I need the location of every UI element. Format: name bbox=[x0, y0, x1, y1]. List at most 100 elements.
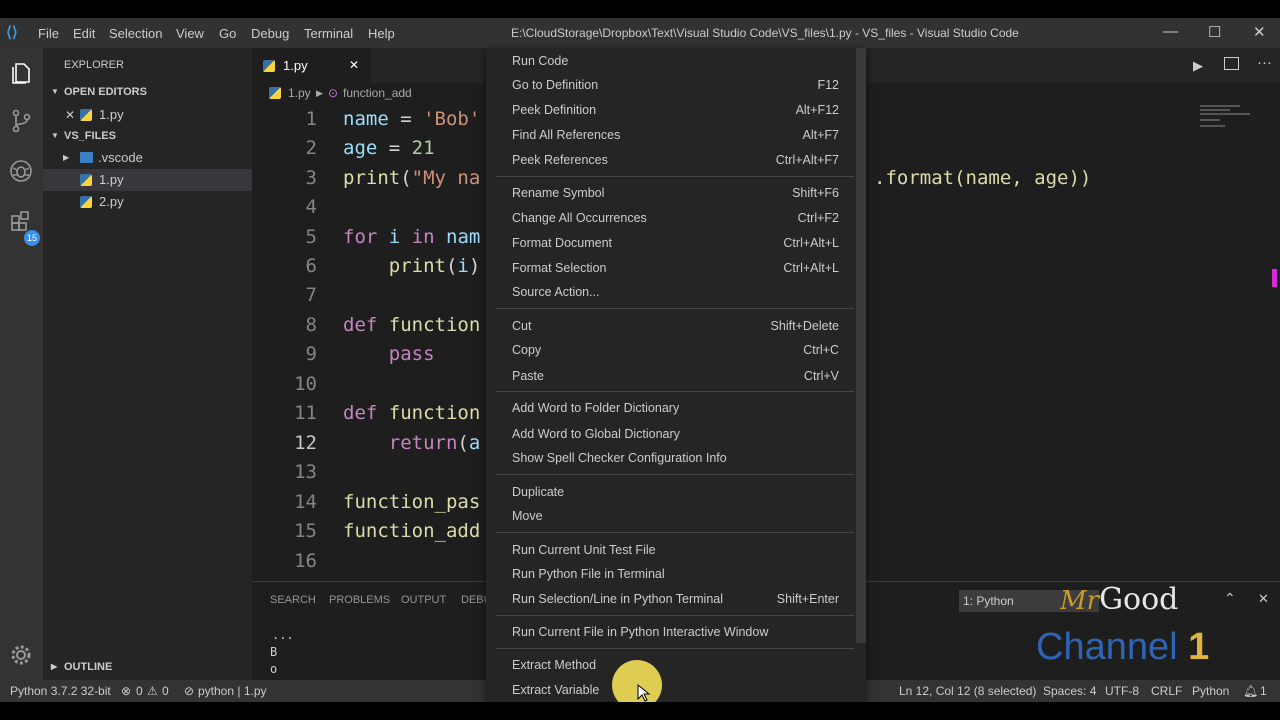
menu-separator bbox=[496, 474, 854, 475]
menu-terminal[interactable]: Terminal bbox=[304, 26, 353, 41]
code-line: function_add bbox=[343, 520, 481, 542]
tree-item-label: 1.py bbox=[99, 172, 124, 187]
menu-item-find-all-references[interactable]: Find All References Alt+F7 bbox=[486, 123, 856, 147]
line-number: 13 bbox=[294, 461, 317, 483]
menu-item-run-code[interactable]: Run Code bbox=[486, 49, 856, 73]
minimap[interactable] bbox=[1200, 103, 1280, 133]
error-icon[interactable]: ⊗ bbox=[121, 680, 131, 702]
code-line: pass bbox=[388, 343, 435, 365]
panel-tab-problems[interactable]: PROBLEMS bbox=[329, 594, 390, 606]
menu-selection[interactable]: Selection bbox=[109, 26, 162, 41]
menu-item-extract-variable[interactable]: Extract Variable bbox=[486, 678, 856, 702]
menu-item-duplicate[interactable]: Duplicate bbox=[486, 480, 856, 504]
menu-item-copy[interactable]: Copy Ctrl+C bbox=[486, 338, 856, 362]
close-window-button[interactable]: ✕ bbox=[1253, 23, 1266, 41]
breadcrumb-symbol[interactable]: function_add bbox=[343, 83, 412, 103]
code-line: function_pas bbox=[343, 491, 481, 513]
menu-item-cut[interactable]: Cut Shift+Delete bbox=[486, 314, 856, 338]
menu-item-run-python-file-terminal[interactable]: Run Python File in Terminal bbox=[486, 562, 856, 586]
cursor-position[interactable]: Ln 12, Col 12 (8 selected) bbox=[899, 680, 1036, 702]
outline-header[interactable]: ▶ OUTLINE bbox=[43, 657, 252, 677]
bell-icon[interactable]: 🔔︎ bbox=[1243, 680, 1258, 702]
tab-label: 1.py bbox=[283, 58, 308, 73]
menu-item-change-all-occurrences[interactable]: Change All Occurrences Ctrl+F2 bbox=[486, 206, 856, 230]
menu-item-peek-definition[interactable]: Peek Definition Alt+F12 bbox=[486, 98, 856, 122]
menu-item-run-selection-terminal[interactable]: Run Selection/Line in Python Terminal Shi… bbox=[486, 587, 856, 611]
tab-1py[interactable]: 1.py ✕ bbox=[252, 48, 370, 83]
menu-edit[interactable]: Edit bbox=[73, 26, 95, 41]
panel-tab-output[interactable]: OUTPUT bbox=[401, 594, 446, 606]
terminal-info[interactable]: python | 1.py bbox=[198, 680, 267, 702]
close-panel-icon[interactable]: ✕ bbox=[1258, 591, 1269, 607]
tree-item-2py[interactable]: 2.py bbox=[43, 191, 252, 213]
vscode-logo-icon: ⟨⟩ bbox=[6, 24, 18, 41]
maximize-button[interactable]: ☐ bbox=[1208, 23, 1221, 41]
menu-file[interactable]: File bbox=[38, 26, 59, 41]
line-number: 6 bbox=[305, 255, 317, 277]
python-interpreter[interactable]: Python 3.7.2 32-bit bbox=[10, 680, 111, 702]
line-number: 2 bbox=[305, 137, 317, 159]
menu-view[interactable]: View bbox=[176, 26, 204, 41]
method-icon: ⊙ bbox=[328, 86, 339, 100]
debug-icon[interactable] bbox=[8, 158, 34, 184]
code-line: return(a bbox=[388, 432, 481, 454]
terminal-line: ... bbox=[272, 628, 294, 642]
breadcrumb-file[interactable]: 1.py bbox=[288, 83, 311, 103]
tree-item-label: 2.py bbox=[99, 194, 124, 209]
run-icon[interactable]: ▶ bbox=[1193, 58, 1203, 74]
open-editors-header[interactable]: ▼ OPEN EDITORS bbox=[43, 82, 252, 102]
menu-item-paste[interactable]: Paste Ctrl+V bbox=[486, 364, 856, 388]
menu-separator bbox=[496, 391, 854, 392]
split-editor-icon[interactable] bbox=[1224, 57, 1239, 70]
menu-item-peek-references[interactable]: Peek References Ctrl+Alt+F7 bbox=[486, 148, 856, 172]
indentation[interactable]: Spaces: 4 bbox=[1043, 680, 1096, 702]
menu-item-source-action[interactable]: Source Action... bbox=[486, 280, 856, 304]
menu-item-format-selection[interactable]: Format Selection Ctrl+Alt+L bbox=[486, 256, 856, 280]
menu-debug[interactable]: Debug bbox=[251, 26, 289, 41]
line-number: 9 bbox=[305, 343, 317, 365]
warning-icon[interactable]: ⚠ bbox=[147, 680, 158, 702]
menu-go[interactable]: Go bbox=[219, 26, 236, 41]
menu-item-rename-symbol[interactable]: Rename Symbol Shift+F6 bbox=[486, 181, 856, 205]
menu-separator bbox=[496, 615, 854, 616]
activity-bar: 15 bbox=[0, 48, 43, 680]
menu-item-run-unit-test-file[interactable]: Run Current Unit Test File bbox=[486, 538, 856, 562]
language-mode[interactable]: Python bbox=[1192, 680, 1229, 702]
mouse-pointer-icon bbox=[637, 684, 651, 702]
expand-chevron-icon: ▶ bbox=[63, 153, 70, 162]
line-number: 10 bbox=[294, 373, 317, 395]
menu-item-run-interactive-window[interactable]: Run Current File in Python Interactive W… bbox=[486, 620, 856, 644]
settings-gear-icon[interactable] bbox=[8, 642, 34, 668]
warning-count: 0 bbox=[162, 684, 169, 698]
more-actions-icon[interactable]: ··· bbox=[1257, 54, 1272, 71]
open-editor-item[interactable]: ✕ 1.py bbox=[43, 104, 252, 126]
letterbox-top bbox=[0, 0, 1280, 18]
python-file-icon bbox=[80, 174, 92, 186]
maximize-panel-icon[interactable]: ⌃ bbox=[1224, 590, 1236, 607]
menu-item-format-document[interactable]: Format Document Ctrl+Alt+L bbox=[486, 231, 856, 255]
source-control-icon[interactable] bbox=[8, 108, 34, 134]
explorer-icon[interactable] bbox=[8, 60, 34, 86]
panel-tab-search[interactable]: SEARCH bbox=[270, 594, 316, 606]
extensions-icon[interactable]: 15 bbox=[8, 208, 40, 246]
menu-item-show-spell-checker-info[interactable]: Show Spell Checker Configuration Info bbox=[486, 446, 856, 470]
menu-item-extract-method[interactable]: Extract Method bbox=[486, 653, 856, 677]
folder-header[interactable]: ▼ VS_FILES bbox=[43, 126, 252, 146]
line-ending[interactable]: CRLF bbox=[1151, 680, 1182, 702]
menu-item-add-word-folder-dictionary[interactable]: Add Word to Folder Dictionary bbox=[486, 396, 856, 420]
menu-help[interactable]: Help bbox=[368, 26, 395, 41]
menu-item-go-to-definition[interactable]: Go to Definition F12 bbox=[486, 73, 856, 97]
close-tab-icon[interactable]: ✕ bbox=[349, 48, 359, 83]
explorer-sidebar: EXPLORER ▼ OPEN EDITORS ✕ 1.py ▼ VS_FILE… bbox=[43, 48, 252, 680]
minimize-button[interactable]: — bbox=[1163, 23, 1178, 40]
close-editor-icon[interactable]: ✕ bbox=[65, 104, 75, 126]
menu-separator bbox=[496, 176, 854, 177]
menu-scrollbar[interactable] bbox=[856, 48, 866, 643]
tree-item-vscode[interactable]: ▶ .vscode bbox=[43, 147, 252, 169]
channel-watermark-bottom: Channel 1 bbox=[1036, 626, 1210, 668]
menu-item-move[interactable]: Move bbox=[486, 504, 856, 528]
menu-item-add-word-global-dictionary[interactable]: Add Word to Global Dictionary bbox=[486, 422, 856, 446]
tree-item-1py[interactable]: 1.py bbox=[43, 169, 252, 191]
code-fragment: .format(name, age)) bbox=[874, 167, 1092, 189]
encoding[interactable]: UTF-8 bbox=[1105, 680, 1139, 702]
